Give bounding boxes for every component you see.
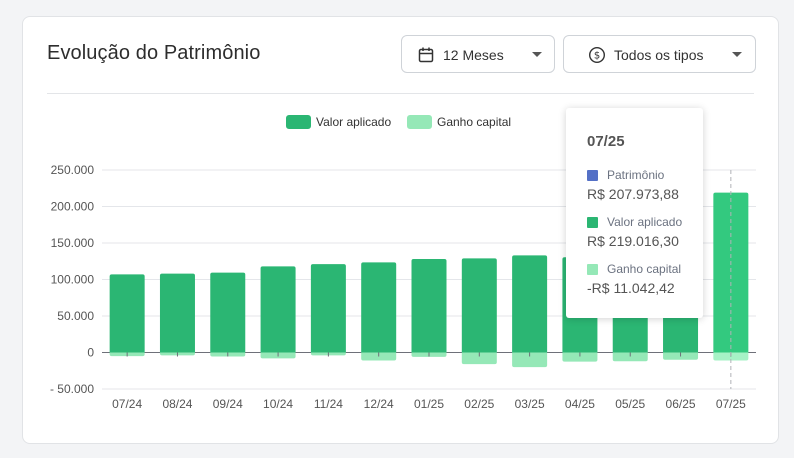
tooltip-item-name: Valor aplicado xyxy=(607,215,683,229)
y-axis: 250.000 200.000 150.000 100.000 50.000 0 - 50.… xyxy=(50,163,94,396)
tooltip-swatch xyxy=(587,217,598,228)
tooltip-item-name: Patrimônio xyxy=(607,168,665,182)
y-tick-label: 150.000 xyxy=(51,236,95,250)
bar-valor-aplicado[interactable] xyxy=(461,258,497,353)
x-tick-label: 07/25 xyxy=(716,397,746,411)
x-axis: 07/24 08/24 09/24 10/24 11/24 12/24 01/25 02/25… xyxy=(112,352,746,411)
x-tick-label: 09/24 xyxy=(213,397,243,411)
tooltip-item-value: R$ 207.973,88 xyxy=(587,186,679,202)
x-tick-label: 12/24 xyxy=(364,397,394,411)
y-tick-label: 200.000 xyxy=(51,200,95,214)
y-tick-label: 100.000 xyxy=(51,273,95,287)
bar-valor-aplicado[interactable] xyxy=(109,274,145,353)
y-tick-label: - 50.000 xyxy=(50,382,94,396)
tooltip-swatch xyxy=(587,264,598,275)
bar-valor-aplicado[interactable] xyxy=(713,192,749,353)
tooltip-swatch xyxy=(587,170,598,181)
legend-label: Valor aplicado xyxy=(316,115,391,129)
tooltip-title: 07/25 xyxy=(587,133,625,150)
bar-valor-aplicado[interactable] xyxy=(210,272,246,353)
chart-legend[interactable]: Valor aplicado Ganho capital xyxy=(286,115,511,129)
x-tick-label: 08/24 xyxy=(162,397,192,411)
x-tick-label: 03/25 xyxy=(515,397,545,411)
tooltip-item-name: Ganho capital xyxy=(607,262,682,276)
legend-swatch xyxy=(286,115,311,129)
legend-item[interactable]: Valor aplicado xyxy=(286,115,391,129)
legend-item[interactable]: Ganho capital xyxy=(407,115,511,129)
tooltip-item-value: -R$ 11.042,42 xyxy=(587,280,675,296)
bar-valor-aplicado[interactable] xyxy=(411,259,447,353)
x-tick-label: 06/25 xyxy=(666,397,696,411)
x-tick-label: 11/24 xyxy=(314,397,343,411)
x-tick-label: 05/25 xyxy=(615,397,645,411)
x-tick-label: 01/25 xyxy=(414,397,444,411)
legend-swatch xyxy=(407,115,432,129)
x-tick-label: 02/25 xyxy=(464,397,494,411)
y-tick-label: 250.000 xyxy=(51,163,95,177)
bar-valor-aplicado[interactable] xyxy=(310,264,346,353)
y-tick-label: 50.000 xyxy=(57,309,94,323)
legend-label: Ganho capital xyxy=(437,115,511,129)
bar-valor-aplicado[interactable] xyxy=(159,273,195,353)
x-tick-label: 04/25 xyxy=(565,397,595,411)
chart-tooltip: 07/25 Patrimônio R$ 207.973,88 Valor apl… xyxy=(566,108,703,318)
bar-valor-aplicado[interactable] xyxy=(361,262,397,353)
x-tick-label: 10/24 xyxy=(263,397,293,411)
y-tick-label: 0 xyxy=(87,346,94,360)
bar-valor-aplicado[interactable] xyxy=(512,255,548,353)
x-tick-label: 07/24 xyxy=(112,397,142,411)
tooltip-item-value: R$ 219.016,30 xyxy=(587,233,679,249)
bar-valor-aplicado[interactable] xyxy=(260,266,296,353)
